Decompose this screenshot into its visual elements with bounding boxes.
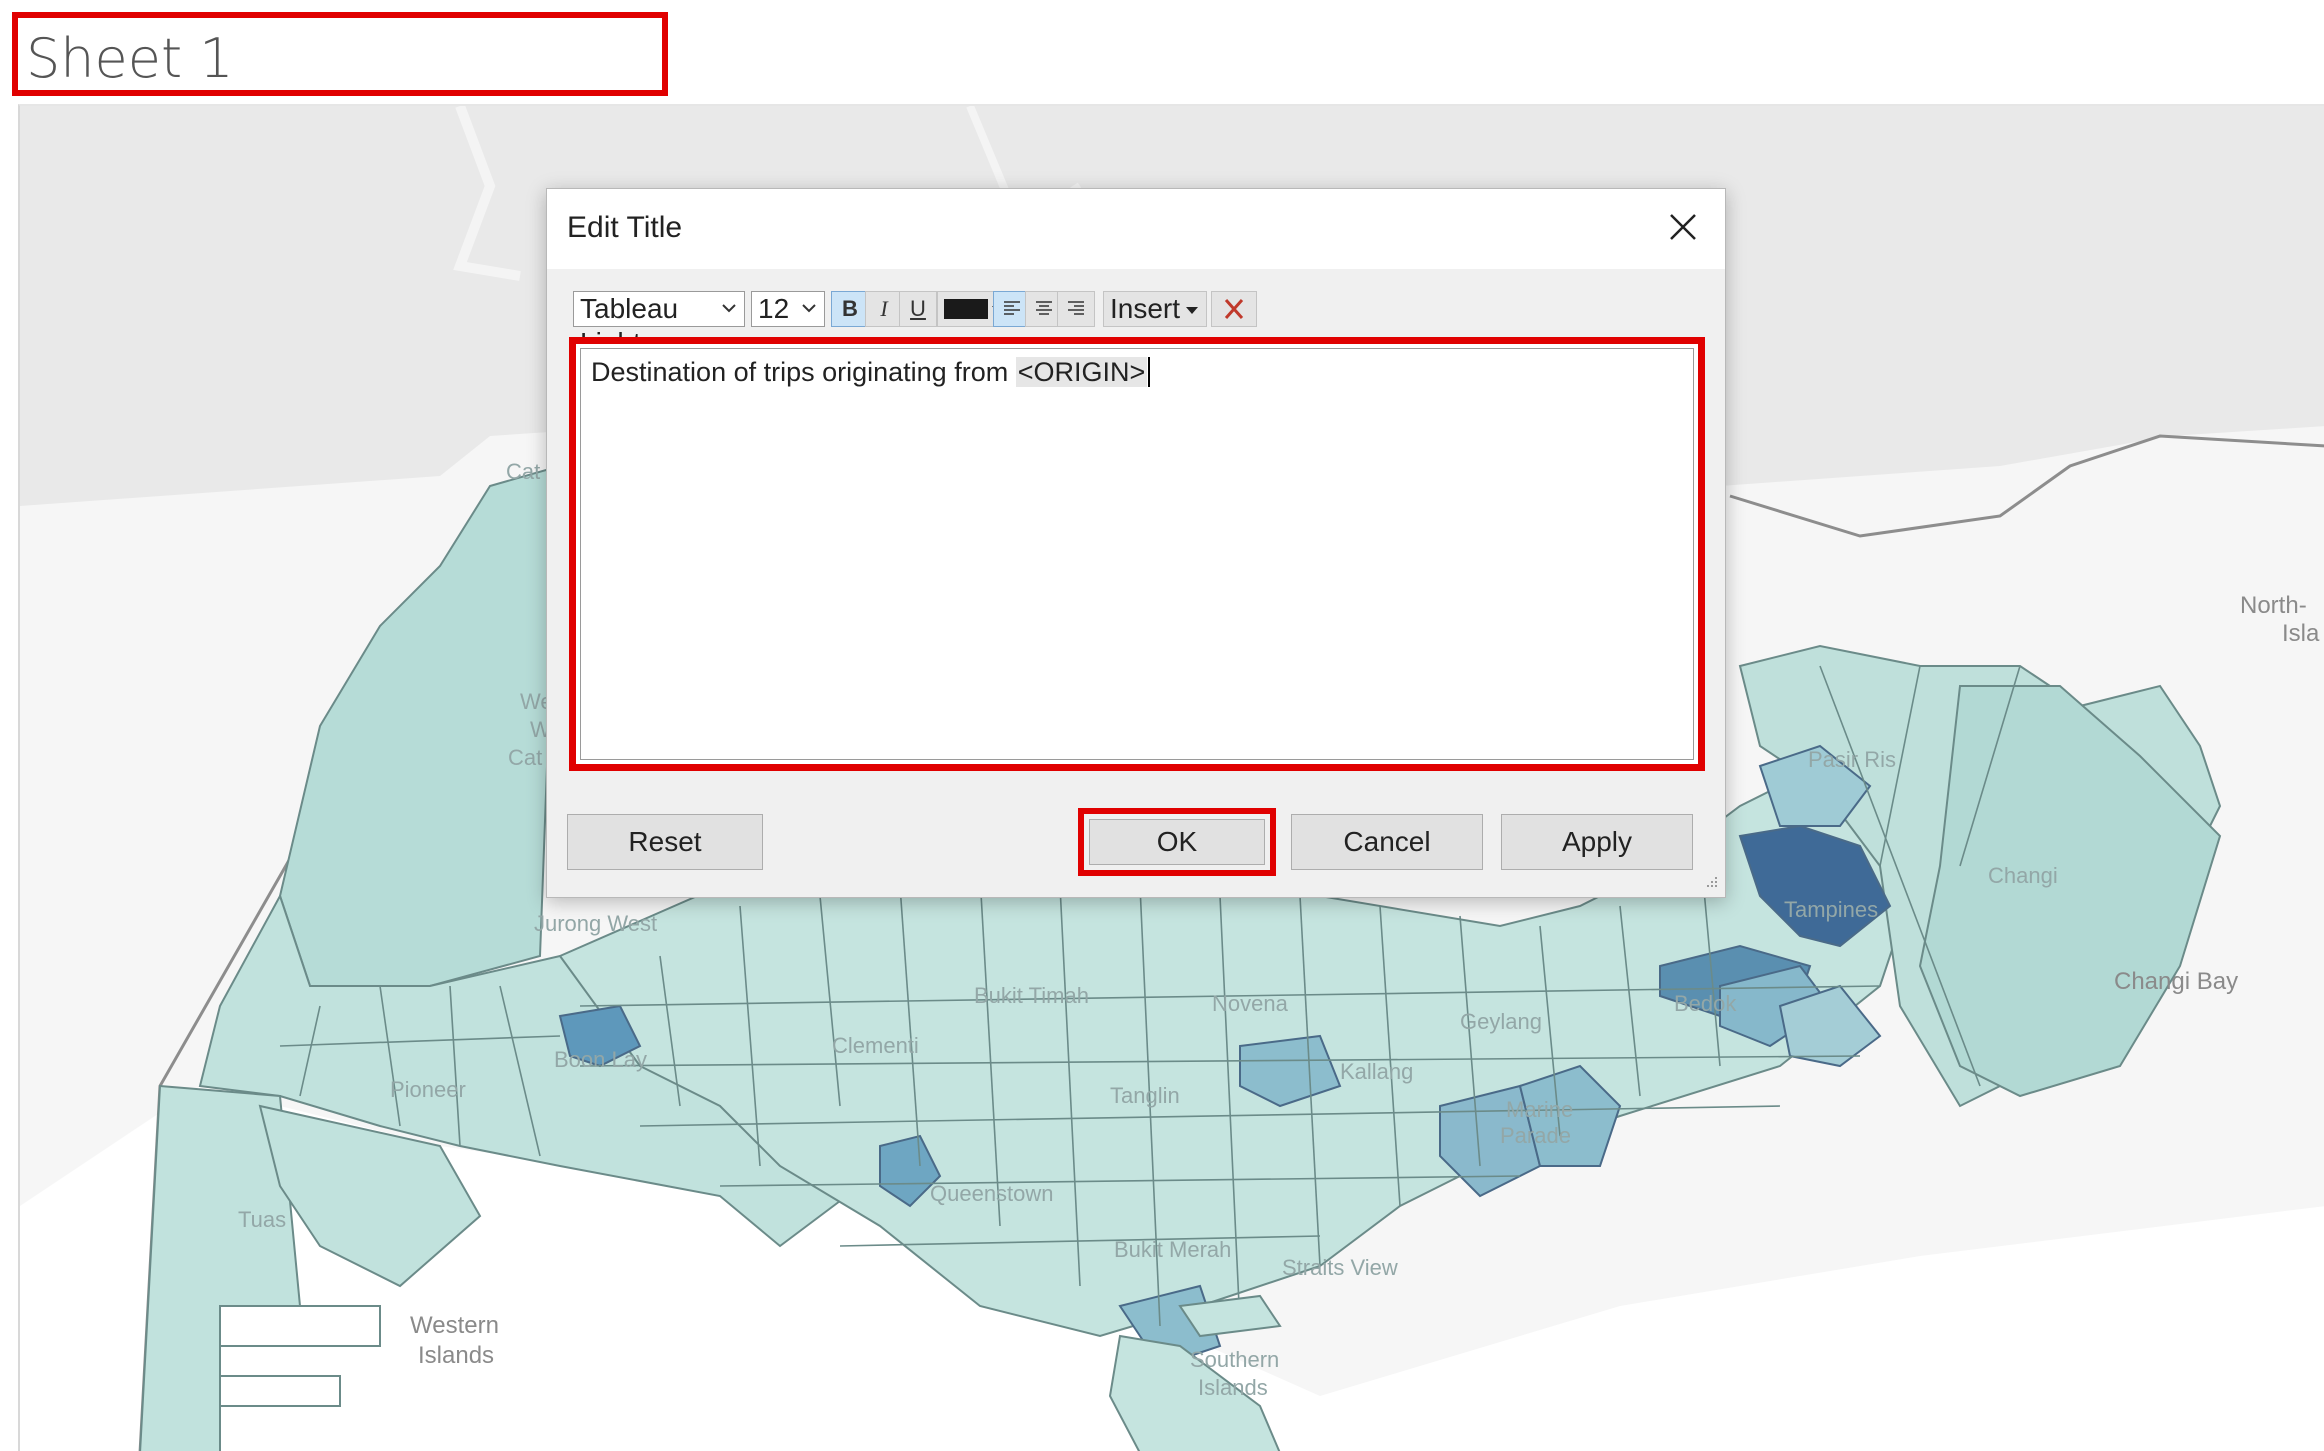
font-size-select[interactable]: 12 bbox=[751, 291, 825, 327]
map-label: Boon Lay bbox=[554, 1047, 647, 1072]
map-label: Changi bbox=[1988, 863, 2058, 888]
map-label: Isla bbox=[2282, 620, 2320, 647]
map-label: Marine bbox=[1506, 1097, 1574, 1122]
map-label: Geylang bbox=[1460, 1009, 1542, 1034]
reset-button[interactable]: Reset bbox=[567, 814, 763, 870]
align-right-button[interactable] bbox=[1057, 291, 1095, 327]
chevron-down-icon bbox=[1186, 307, 1198, 314]
bold-button[interactable]: B bbox=[831, 291, 869, 327]
font-family-select[interactable]: Tableau Light bbox=[573, 291, 745, 358]
insert-label: Insert bbox=[1110, 293, 1181, 324]
highlight-box-editor: Destination of trips originating from <O… bbox=[569, 337, 1705, 771]
map-label: Tuas bbox=[238, 1207, 287, 1232]
map-label: Bukit Timah bbox=[974, 983, 1089, 1008]
chevron-down-icon bbox=[802, 304, 816, 313]
align-right-icon bbox=[1068, 301, 1084, 315]
color-swatch bbox=[944, 299, 988, 319]
cancel-button[interactable]: Cancel bbox=[1291, 814, 1483, 870]
map-label: Kallang bbox=[1340, 1059, 1414, 1084]
clear-formatting-icon bbox=[1224, 299, 1244, 319]
map-label: Jurong West bbox=[534, 911, 658, 936]
dialog-title: Edit Title bbox=[567, 211, 683, 244]
map-label: Pioneer bbox=[390, 1077, 466, 1102]
edit-title-dialog: Edit Title Tableau Light 12 B I U bbox=[546, 188, 1726, 898]
clear-formatting-button[interactable] bbox=[1211, 291, 1257, 327]
map-label: Tampines bbox=[1784, 897, 1879, 922]
map-label: Tanglin bbox=[1110, 1083, 1180, 1108]
map-label: Clementi bbox=[832, 1033, 919, 1058]
map-label: Western bbox=[410, 1312, 499, 1339]
align-center-icon bbox=[1036, 301, 1052, 315]
chevron-down-icon bbox=[722, 304, 736, 313]
title-text-editor[interactable]: Destination of trips originating from <O… bbox=[580, 348, 1694, 760]
map-label: Islands bbox=[1198, 1375, 1268, 1400]
map-label: Parade bbox=[1500, 1123, 1571, 1148]
dialog-header: Edit Title bbox=[547, 189, 1725, 269]
highlight-box-sheet-title bbox=[12, 12, 668, 96]
map-label: Novena bbox=[1212, 991, 1288, 1016]
text-cursor bbox=[1148, 357, 1151, 387]
map-label: North- bbox=[2240, 592, 2307, 619]
highlight-box-ok bbox=[1078, 808, 1276, 876]
map-label: Bedok bbox=[1674, 991, 1737, 1016]
map-label: Bukit Merah bbox=[1114, 1237, 1232, 1262]
map-label: Southern bbox=[1190, 1347, 1280, 1372]
close-icon[interactable] bbox=[1663, 207, 1703, 247]
map-label: Straits View bbox=[1282, 1255, 1398, 1280]
map-label: Queenstown bbox=[930, 1181, 1054, 1206]
map-label: Changi Bay bbox=[2114, 968, 2239, 995]
map-label: Islands bbox=[418, 1342, 495, 1369]
font-size-value: 12 bbox=[758, 293, 790, 324]
origin-field-token[interactable]: <ORIGIN> bbox=[1015, 357, 1148, 387]
italic-button[interactable]: I bbox=[865, 291, 903, 327]
underline-button[interactable]: U bbox=[899, 291, 937, 327]
resize-grip-icon[interactable] bbox=[1703, 875, 1719, 891]
title-text: Destination of trips originating from bbox=[591, 357, 1016, 387]
align-left-icon bbox=[1004, 301, 1020, 315]
map-label: Cat bbox=[508, 745, 543, 770]
apply-button[interactable]: Apply bbox=[1501, 814, 1693, 870]
insert-menu-button[interactable]: Insert bbox=[1103, 291, 1207, 327]
map-label: Cat bbox=[506, 459, 541, 484]
map-label: Pasir Ris bbox=[1808, 747, 1897, 772]
